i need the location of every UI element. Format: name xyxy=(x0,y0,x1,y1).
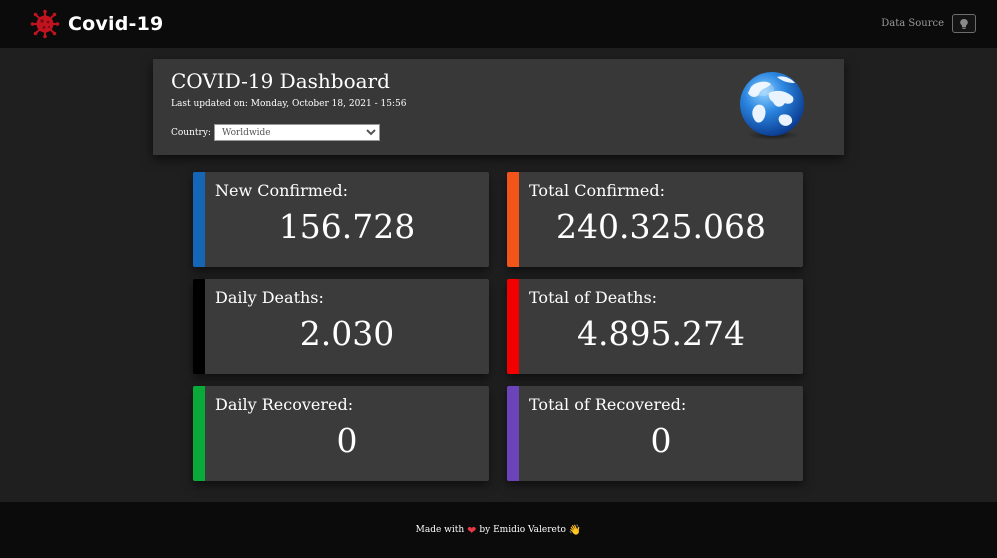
stat-label: New Confirmed: xyxy=(215,181,349,200)
data-source-label: Data Source xyxy=(881,18,944,29)
lightbulb-icon xyxy=(960,18,968,29)
page-title: COVID-19 Dashboard xyxy=(171,69,390,93)
navbar: Covid-19 Data Source xyxy=(0,0,997,48)
stat-value: 4.895.274 xyxy=(577,314,745,353)
stat-accent-bar xyxy=(193,172,205,267)
stat-label: Daily Deaths: xyxy=(215,288,324,307)
footer: Made with ❤ by Emidio Valereto 👋 xyxy=(0,502,997,558)
footer-made-with: Made with xyxy=(415,525,465,535)
stat-accent-bar xyxy=(193,386,205,481)
footer-credit: Made with ❤ by Emidio Valereto 👋 xyxy=(416,524,582,537)
country-label: Country: xyxy=(171,127,211,138)
stat-accent-bar xyxy=(507,279,519,374)
stat-label: Total Confirmed: xyxy=(529,181,666,200)
stat-value: 0 xyxy=(650,421,672,460)
stat-card-daily-deaths: Daily Deaths: 2.030 xyxy=(193,279,489,374)
data-source-button[interactable] xyxy=(952,14,976,33)
stat-label: Total of Deaths: xyxy=(529,288,658,307)
stat-card-daily-recovered: Daily Recovered: 0 xyxy=(193,386,489,481)
last-updated-text: Last updated on: Monday, October 18, 202… xyxy=(171,99,407,109)
virus-icon xyxy=(30,9,60,39)
stat-card-total-confirmed: Total Confirmed: 240.325.068 xyxy=(507,172,803,267)
stat-label: Daily Recovered: xyxy=(215,395,354,414)
stat-accent-bar xyxy=(193,279,205,374)
stat-value: 2.030 xyxy=(299,314,395,353)
stat-card-total-deaths: Total of Deaths: 4.895.274 xyxy=(507,279,803,374)
data-source: Data Source xyxy=(881,14,976,33)
stat-value: 156.728 xyxy=(278,207,416,246)
globe-icon xyxy=(740,72,804,140)
stat-accent-bar xyxy=(507,172,519,267)
stat-label: Total of Recovered: xyxy=(529,395,687,414)
footer-author[interactable]: by Emidio Valereto xyxy=(479,525,566,535)
country-select[interactable]: Worldwide xyxy=(213,124,380,141)
dashboard-header-card: COVID-19 Dashboard Last updated on: Mond… xyxy=(153,59,844,155)
brand[interactable]: Covid-19 xyxy=(30,9,163,39)
stat-card-total-recovered: Total of Recovered: 0 xyxy=(507,386,803,481)
app-title: Covid-19 xyxy=(68,13,164,35)
stat-value: 240.325.068 xyxy=(556,207,766,246)
stat-card-new-confirmed: New Confirmed: 156.728 xyxy=(193,172,489,267)
country-selector-row: Country: Worldwide xyxy=(171,124,380,141)
stat-accent-bar xyxy=(507,386,519,481)
heart-icon: ❤ xyxy=(467,523,477,537)
wave-icon: 👋 xyxy=(568,524,582,536)
stat-value: 0 xyxy=(336,421,358,460)
